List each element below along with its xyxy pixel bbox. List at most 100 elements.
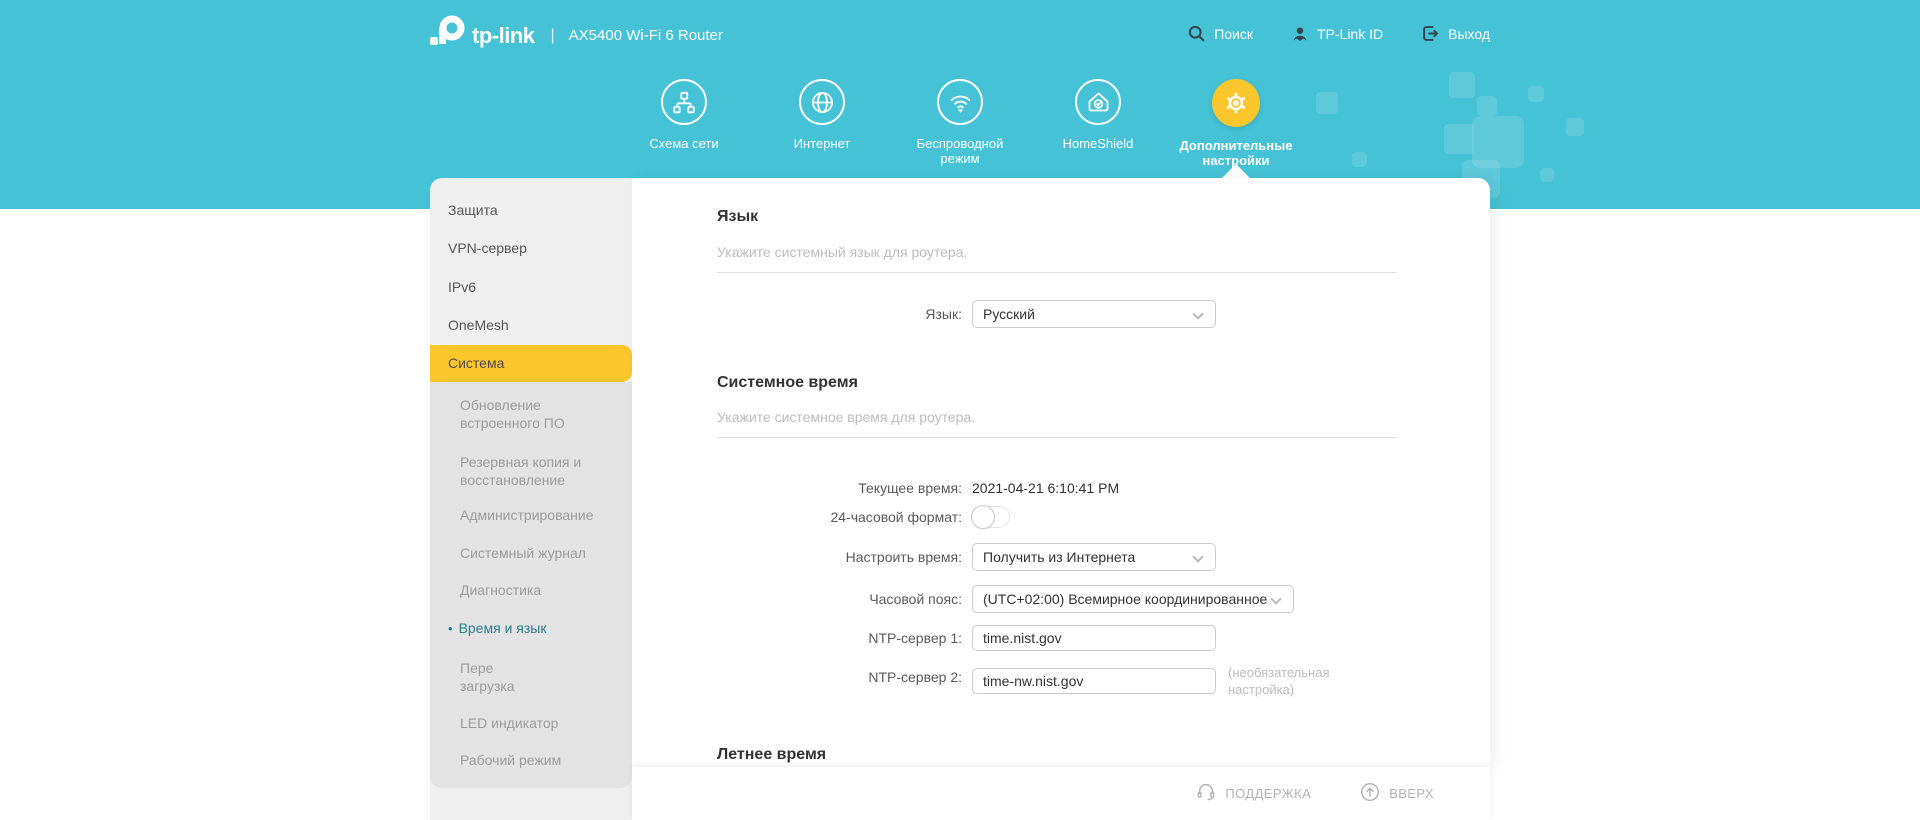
system-time-section-subtitle: Укажите системное время для роутера. (717, 409, 976, 425)
set-time-row: Настроить время: Получить из Интернета (632, 543, 1490, 571)
ntp2-optional-note: (необязательная настройка) (1228, 665, 1330, 697)
sidebar-subitem-time-language[interactable]: • Время и язык (430, 619, 620, 638)
system-submenu: Обновление встроенного ПО Резервная копи… (430, 382, 632, 788)
decor-square (1566, 118, 1584, 136)
sidebar-item-ipv6[interactable]: IPv6 (430, 268, 632, 306)
header-actions: Поиск TP-Link ID Выход (1187, 24, 1490, 43)
current-time-row: Текущее время: 2021-04-21 6:10:41 PM (632, 474, 1490, 502)
ntp2-row: NTP-сервер 2: (необязательная настройка) (632, 664, 1490, 697)
tplink-logo-icon (428, 14, 466, 57)
search-button[interactable]: Поиск (1187, 24, 1253, 43)
ntp1-row: NTP-сервер 1: (632, 625, 1490, 651)
chevron-down-icon (1192, 308, 1204, 320)
sidebar: Защита VPN-сервер IPv6 OneMesh Система О… (430, 178, 632, 820)
header-separator: | (550, 26, 555, 44)
sidebar-item-onemesh[interactable]: OneMesh (430, 306, 632, 344)
gear-icon (1212, 79, 1260, 127)
decor-square (1477, 96, 1497, 116)
ntp-server-2-input[interactable] (972, 668, 1216, 694)
nav-item-network-map[interactable]: Схема сети (622, 79, 746, 151)
tplink-id-label: TP-Link ID (1316, 25, 1384, 42)
logout-button[interactable]: Выход (1421, 24, 1490, 43)
sidebar-item-vpn-server[interactable]: VPN-сервер (430, 229, 632, 267)
user-icon (1291, 25, 1309, 43)
language-section-subtitle: Укажите системный язык для роутера. (717, 244, 968, 260)
language-select-value: Русский (983, 306, 1035, 322)
network-map-icon (661, 79, 707, 125)
subitem-label: Время и язык (458, 620, 547, 636)
home-shield-icon (1075, 79, 1121, 125)
router-model-name: AX5400 Wi-Fi 6 Router (568, 27, 723, 44)
tplink-logo: tp-link | AX5400 Wi-Fi 6 Router (428, 14, 723, 57)
ntp2-label: NTP-сервер 2: (868, 669, 962, 685)
set-time-select[interactable]: Получить из Интернета (972, 543, 1216, 571)
sidebar-subitem-reboot[interactable]: Пере загрузка (430, 659, 540, 695)
format24-label: 24-часовой формат: (830, 509, 962, 525)
chevron-down-icon (1270, 593, 1282, 605)
arrow-up-circle-icon (1359, 781, 1381, 806)
timezone-label: Часовой пояс: (869, 591, 962, 607)
decor-square (1540, 168, 1554, 182)
sidebar-subitem-system-log[interactable]: Системный журнал (430, 544, 620, 562)
ntp1-label: NTP-сервер 1: (868, 630, 962, 646)
sidebar-subitem-administration[interactable]: Администрирование (430, 506, 620, 524)
format24-row: 24-часовой формат: (632, 505, 1490, 529)
back-to-top-label: ВВЕРХ (1389, 786, 1434, 801)
sidebar-subitem-firmware-upgrade[interactable]: Обновление встроенного ПО (430, 396, 620, 432)
sidebar-subitem-backup-restore[interactable]: Резервная копия и восстановление (430, 453, 620, 489)
support-button[interactable]: ПОДДЕРЖКА (1195, 781, 1311, 806)
language-row: Язык: Русский (632, 300, 1490, 328)
current-time-label: Текущее время: (858, 480, 962, 496)
nav-label: Беспроводной режим (916, 136, 1004, 166)
sidebar-subitem-led-indicator[interactable]: LED индикатор (430, 714, 620, 732)
dst-section-title: Летнее время (717, 746, 827, 763)
nav-item-advanced-settings[interactable]: Дополнительные настройки (1174, 79, 1298, 168)
sidebar-item-security[interactable]: Защита (430, 191, 632, 229)
globe-icon (799, 79, 845, 125)
tplink-id-button[interactable]: TP-Link ID (1291, 25, 1383, 43)
footer-bar: ПОДДЕРЖКА ВВЕРХ (632, 767, 1490, 820)
active-bullet: • (448, 621, 453, 636)
nav-label: Схема сети (649, 136, 719, 151)
search-label: Поиск (1214, 25, 1253, 42)
24h-format-toggle[interactable] (971, 505, 1010, 529)
decor-square (1528, 86, 1544, 102)
language-section-title: Язык (717, 208, 759, 225)
ntp-server-1-input[interactable] (972, 625, 1216, 651)
decor-square (1316, 92, 1338, 114)
main-content: Язык Укажите системный язык для роутера.… (632, 178, 1490, 767)
wifi-icon (937, 79, 983, 125)
sidebar-subitem-operation-mode[interactable]: Рабочий режим (430, 751, 620, 769)
chevron-down-icon (1192, 551, 1204, 563)
language-label: Язык: (925, 306, 962, 322)
sidebar-subitem-diagnostics[interactable]: Диагностика (430, 581, 620, 599)
divider (717, 272, 1397, 273)
set-time-select-value: Получить из Интернета (983, 549, 1136, 565)
logout-label: Выход (1448, 25, 1490, 42)
back-to-top-button[interactable]: ВВЕРХ (1359, 781, 1434, 806)
language-select[interactable]: Русский (972, 300, 1216, 328)
decor-square (1352, 152, 1367, 167)
brand-name: tp-link (472, 22, 535, 48)
active-nav-pointer (1221, 164, 1251, 179)
timezone-select[interactable]: (UTC+02:00) Всемирное координированное (972, 585, 1294, 613)
timezone-row: Часовой пояс: (UTC+02:00) Всемирное коор… (632, 585, 1490, 613)
divider (717, 437, 1397, 438)
search-icon (1187, 24, 1206, 43)
nav-item-internet[interactable]: Интернет (760, 79, 884, 151)
support-label: ПОДДЕРЖКА (1225, 786, 1312, 801)
nav-item-homeshield[interactable]: HomeShield (1036, 79, 1160, 151)
nav-label: Интернет (793, 136, 851, 151)
system-time-section-title: Системное время (717, 374, 858, 391)
decor-square (1449, 72, 1475, 98)
nav-label: HomeShield (1062, 136, 1134, 151)
headset-icon (1195, 781, 1217, 806)
nav-item-wireless[interactable]: Беспроводной режим (898, 79, 1022, 166)
timezone-select-value: (UTC+02:00) Всемирное координированное (983, 591, 1268, 607)
sidebar-item-system[interactable]: Система (430, 345, 632, 382)
current-time-value: 2021-04-21 6:10:41 PM (972, 480, 1120, 496)
toggle-knob (971, 505, 995, 529)
decor-square (1444, 124, 1474, 154)
logout-icon (1421, 24, 1440, 43)
set-time-label: Настроить время: (845, 549, 962, 565)
